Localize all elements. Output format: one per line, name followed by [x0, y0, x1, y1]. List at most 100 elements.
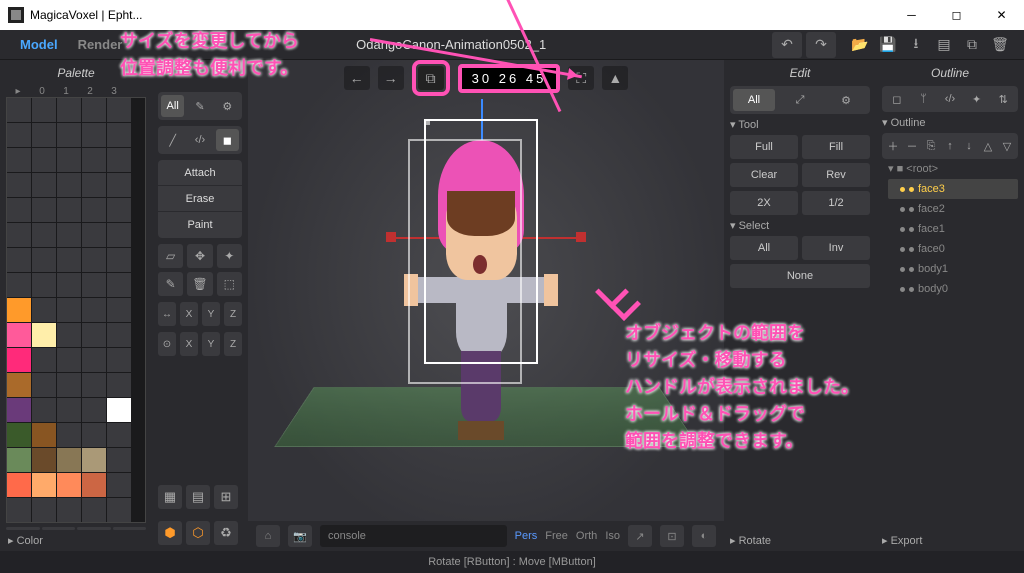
outline-tri-icon[interactable]: △: [980, 136, 996, 156]
tool-fill[interactable]: Fill: [802, 135, 870, 159]
palette-swatch[interactable]: [32, 248, 56, 272]
palette-swatch[interactable]: [107, 273, 131, 297]
crop-tool-button[interactable]: ⧉: [418, 66, 444, 90]
home-icon[interactable]: ⌂: [256, 525, 280, 547]
palette-swatch[interactable]: [107, 398, 131, 422]
palette-swatch[interactable]: [57, 298, 81, 322]
palette-swatch[interactable]: [82, 223, 106, 247]
tool-2x[interactable]: 2X: [730, 191, 798, 215]
palette-swatch[interactable]: [82, 273, 106, 297]
palette-swatch[interactable]: [32, 298, 56, 322]
duplicate-icon[interactable]: ⧉: [959, 32, 985, 58]
vp-opt2-icon[interactable]: ⊡: [660, 525, 684, 547]
bounding-box[interactable]: [424, 119, 538, 365]
resize-handle-right[interactable]: [576, 232, 586, 242]
select-none[interactable]: None: [730, 264, 870, 288]
outline-down-icon[interactable]: ↓: [961, 136, 977, 156]
palette-swatch[interactable]: [7, 323, 31, 347]
mode-attach[interactable]: Attach: [158, 160, 242, 186]
palette-swatch[interactable]: [32, 223, 56, 247]
palette-swatch[interactable]: [107, 348, 131, 372]
select-all[interactable]: All: [730, 236, 798, 260]
palette-swatch[interactable]: [82, 198, 106, 222]
console-input[interactable]: console: [320, 525, 507, 547]
brush-settings-icon[interactable]: ⚙: [216, 95, 239, 117]
brush-edit-icon[interactable]: ✎: [188, 95, 211, 117]
palette-swatch[interactable]: [57, 473, 81, 497]
palette-swatch[interactable]: [57, 223, 81, 247]
palette-swatch[interactable]: [32, 323, 56, 347]
palette-swatch[interactable]: [82, 348, 106, 372]
palette-swatch[interactable]: [82, 248, 106, 272]
palette-grid[interactable]: [6, 97, 146, 523]
palette-swatch[interactable]: [57, 123, 81, 147]
palette-swatch[interactable]: [32, 448, 56, 472]
dimensions-display[interactable]: 30 26 45: [458, 64, 561, 93]
outline-tree-icon[interactable]: ᛘ: [912, 89, 936, 109]
grid1-icon[interactable]: ▦: [158, 485, 182, 509]
palette-swatch[interactable]: [7, 148, 31, 172]
palette-swatch[interactable]: [107, 423, 131, 447]
palette-swatch[interactable]: [7, 348, 31, 372]
palette-swatch[interactable]: [57, 273, 81, 297]
window-minimize-button[interactable]: ─: [889, 0, 934, 30]
palette-swatch[interactable]: [32, 398, 56, 422]
palette-swatch[interactable]: [32, 148, 56, 172]
palette-swatch[interactable]: [32, 348, 56, 372]
nav-prev-button[interactable]: ←: [344, 66, 370, 90]
tool-rev[interactable]: Rev: [802, 163, 870, 187]
palette-swatch[interactable]: [82, 448, 106, 472]
proj-orth[interactable]: Orth: [576, 530, 597, 542]
mirror-z[interactable]: Z: [224, 302, 242, 326]
palette-swatch[interactable]: [82, 423, 106, 447]
tool-frame-icon[interactable]: ⬚: [217, 272, 242, 296]
palette-swatch[interactable]: [82, 323, 106, 347]
palette-swatch[interactable]: [107, 98, 131, 122]
window-maximize-button[interactable]: ◻: [934, 0, 979, 30]
tool-wand-icon[interactable]: ✦: [217, 244, 242, 268]
brush-code-icon[interactable]: ‹/›: [188, 129, 211, 151]
select-inv[interactable]: Inv: [802, 236, 870, 260]
palette-swatch[interactable]: [57, 198, 81, 222]
export-section-head[interactable]: ▸ Export: [882, 530, 1018, 551]
outline-star-icon[interactable]: ✦: [965, 89, 989, 109]
palette-swatch[interactable]: [82, 98, 106, 122]
vp-opt3-icon[interactable]: ◐: [692, 525, 716, 547]
outline-remove-icon[interactable]: －: [904, 136, 920, 156]
palette-swatch[interactable]: [107, 198, 131, 222]
mode-paint[interactable]: Paint: [158, 212, 242, 238]
palette-swatch[interactable]: [107, 223, 131, 247]
axis-z[interactable]: Z: [224, 332, 242, 356]
palette-swatch[interactable]: [107, 123, 131, 147]
tree-node-body0[interactable]: body0: [888, 279, 1018, 299]
palette-swatch[interactable]: [32, 98, 56, 122]
tool-half[interactable]: 1/2: [802, 191, 870, 215]
proj-iso[interactable]: Iso: [605, 530, 620, 542]
palette-swatch[interactable]: [7, 223, 31, 247]
brush-cube-icon[interactable]: ◼: [216, 129, 239, 151]
palette-swatch[interactable]: [7, 98, 31, 122]
palette-swatch[interactable]: [107, 448, 131, 472]
tool-trash-icon[interactable]: 🗑: [187, 272, 212, 296]
fit-button[interactable]: ⛶: [568, 66, 594, 90]
palette-swatch[interactable]: [57, 348, 81, 372]
tree-node-face3[interactable]: face3: [888, 179, 1018, 199]
palette-swatch[interactable]: [107, 323, 131, 347]
outline-add-icon[interactable]: ＋: [885, 136, 901, 156]
palette-swatch[interactable]: [32, 423, 56, 447]
outline-up-icon[interactable]: ↑: [942, 136, 958, 156]
grid2-icon[interactable]: ▤: [186, 485, 210, 509]
palette-swatch[interactable]: [82, 398, 106, 422]
brush-all-button[interactable]: All: [161, 95, 184, 117]
rotate-section-head[interactable]: ▸ Rotate: [730, 530, 870, 551]
palette-swatch[interactable]: [82, 298, 106, 322]
tab-model[interactable]: Model: [10, 37, 68, 52]
tree-node-face1[interactable]: face1: [888, 219, 1018, 239]
edit-all-button[interactable]: All: [733, 89, 775, 111]
tool-picker-icon[interactable]: ✎: [158, 272, 183, 296]
palette-swatch[interactable]: [57, 398, 81, 422]
palette-swatch[interactable]: [57, 248, 81, 272]
palette-swatch[interactable]: [32, 473, 56, 497]
outline-sort-icon[interactable]: ⇅: [991, 89, 1015, 109]
outline-tri2-icon[interactable]: ▽: [999, 136, 1015, 156]
